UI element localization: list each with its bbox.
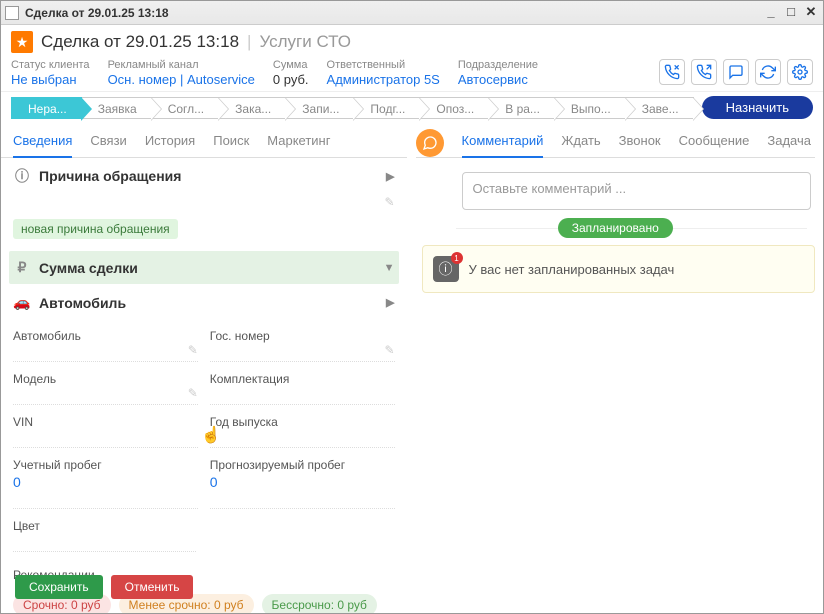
car-icon: 🚗 <box>13 294 31 311</box>
section-deal-sum[interactable]: ₽ Сумма сделки ▼ <box>9 251 399 284</box>
stage-3[interactable]: Согл... <box>152 97 219 119</box>
task-row[interactable]: ⓘ1 У вас нет запланированных задач <box>422 245 815 293</box>
chevron-right-icon: ▶ <box>386 170 394 183</box>
ad-channel-field[interactable]: Рекламный канал Осн. номер | Autoservice <box>108 59 255 87</box>
reason-tag[interactable]: новая причина обращения <box>13 219 178 239</box>
tab-search[interactable]: Поиск <box>213 133 249 157</box>
tab-wait[interactable]: Ждать <box>561 133 600 157</box>
header-toolbar <box>659 59 813 87</box>
left-tabs: Сведения Связи История Поиск Маркетинг <box>1 125 407 158</box>
document-icon <box>5 6 19 20</box>
section-auto[interactable]: 🚗 Автомобиль ▶ <box>9 286 399 319</box>
task-info-icon: ⓘ1 <box>433 256 459 282</box>
save-button[interactable]: Сохранить <box>15 575 103 599</box>
tab-comment[interactable]: Комментарий <box>462 133 544 158</box>
right-panel: Комментарий Ждать Звонок Сообщение Задач… <box>408 125 823 614</box>
field-auto[interactable]: Автомобиль✎ <box>13 323 198 362</box>
responsible-field[interactable]: Ответственный Администратор 5S <box>327 59 440 87</box>
info-icon: ⓘ <box>13 166 31 186</box>
chat-bubble-icon[interactable] <box>416 129 444 157</box>
client-status-field[interactable]: Статус клиента Не выбран <box>11 59 90 87</box>
deal-subtitle: Услуги СТО <box>259 32 351 52</box>
tab-links[interactable]: Связи <box>90 133 126 157</box>
planned-badge: Запланировано <box>416 220 815 235</box>
gear-icon[interactable] <box>787 59 813 85</box>
edit-icon[interactable]: ✎ <box>384 195 394 209</box>
tab-call[interactable]: Звонок <box>619 133 661 157</box>
tab-message[interactable]: Сообщение <box>679 133 750 157</box>
sum-field[interactable]: Сумма 0 руб. <box>273 59 309 87</box>
tab-history[interactable]: История <box>145 133 195 157</box>
window-controls: _ □ ✕ <box>763 5 819 21</box>
field-gos[interactable]: Гос. номер✎ <box>210 323 395 362</box>
tab-marketing[interactable]: Маркетинг <box>267 133 330 157</box>
tab-task[interactable]: Задача <box>767 133 811 157</box>
field-year[interactable]: Год выпуска <box>210 409 395 448</box>
edit-icon[interactable]: ✎ <box>384 343 394 357</box>
field-model[interactable]: Модель✎ <box>13 366 198 405</box>
close-button[interactable]: ✕ <box>803 5 819 21</box>
chevron-down-icon: ▼ <box>384 262 395 274</box>
left-panel: Сведения Связи История Поиск Маркетинг ⓘ… <box>1 125 408 614</box>
field-mileage[interactable]: Учетный пробег0 <box>13 452 198 509</box>
star-icon: ★ <box>11 31 33 53</box>
field-vin[interactable]: VIN <box>13 409 198 448</box>
chevron-right-icon: ▶ <box>386 296 394 309</box>
titlebar: Сделка от 29.01.25 13:18 _ □ ✕ <box>1 1 823 25</box>
edit-icon[interactable]: ✎ <box>188 343 198 357</box>
stage-7[interactable]: Опоз... <box>420 97 489 119</box>
stage-4[interactable]: Зака... <box>219 97 286 119</box>
comment-input[interactable]: Оставьте комментарий ... <box>462 172 811 210</box>
field-forecast[interactable]: Прогнозируемый пробег0 <box>210 452 395 509</box>
stage-2[interactable]: Заявка <box>82 97 152 119</box>
car-fields: Автомобиль✎ Гос. номер✎ Модель✎ Комплект… <box>9 319 399 560</box>
badge: 1 <box>451 252 463 264</box>
action-bar: Сохранить Отменить <box>15 575 193 599</box>
field-komplekt[interactable]: Комплектация <box>210 366 395 405</box>
deal-title: Сделка от 29.01.25 13:18 <box>41 32 239 52</box>
rec-no-urgent[interactable]: Бессрочно: 0 руб <box>262 594 377 614</box>
section-reason[interactable]: ⓘ Причина обращения ▶ <box>9 158 399 194</box>
edit-icon[interactable]: ✎ <box>188 386 198 400</box>
field-color[interactable]: Цвет <box>13 513 196 552</box>
assign-button[interactable]: Назначить <box>702 96 813 119</box>
minimize-button[interactable]: _ <box>763 5 779 21</box>
window-title: Сделка от 29.01.25 13:18 <box>25 6 763 20</box>
tab-details[interactable]: Сведения <box>13 133 72 158</box>
refresh-icon[interactable] <box>755 59 781 85</box>
maximize-button[interactable]: □ <box>783 5 799 21</box>
chat-icon[interactable] <box>723 59 749 85</box>
stage-bar: Нера... Заявка Согл... Зака... Запи... П… <box>1 92 823 125</box>
cancel-button[interactable]: Отменить <box>111 575 194 599</box>
stage-9[interactable]: Выпо... <box>555 97 626 119</box>
phone-out-icon[interactable] <box>691 59 717 85</box>
right-tabs: Комментарий Ждать Звонок Сообщение Задач… <box>416 125 815 158</box>
window: Сделка от 29.01.25 13:18 _ □ ✕ ★ Сделка … <box>0 0 824 614</box>
stage-5[interactable]: Запи... <box>286 97 354 119</box>
stage-1[interactable]: Нера... <box>11 97 82 119</box>
department-field[interactable]: Подразделение Автосервис <box>458 59 538 87</box>
money-icon: ₽ <box>13 259 31 276</box>
phone-in-icon[interactable] <box>659 59 685 85</box>
stage-10[interactable]: Заве... <box>626 97 694 119</box>
header: ★ Сделка от 29.01.25 13:18 | Услуги СТО … <box>1 25 823 92</box>
